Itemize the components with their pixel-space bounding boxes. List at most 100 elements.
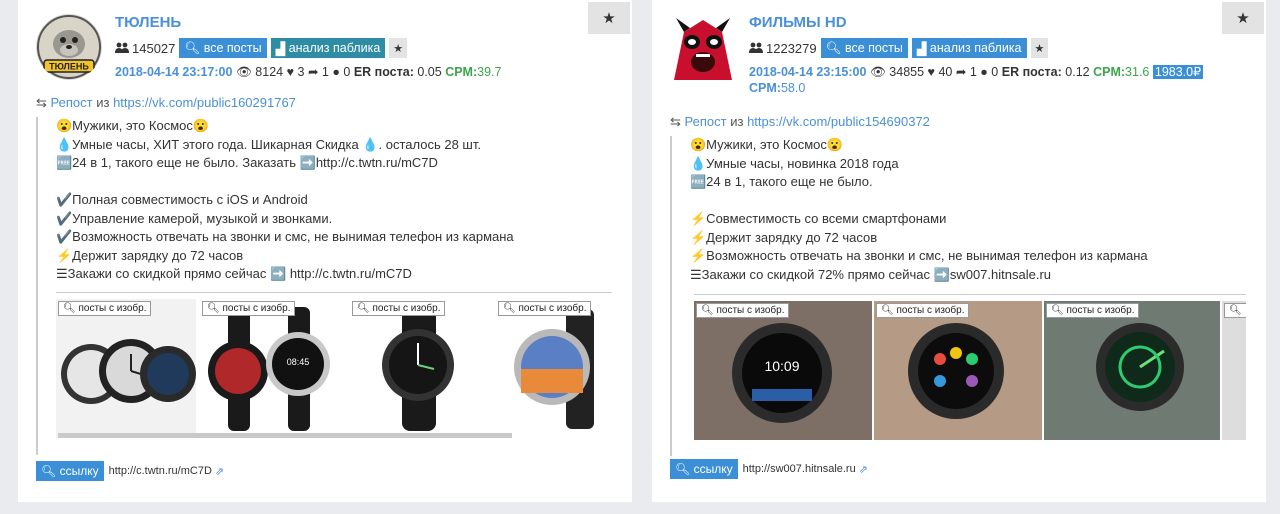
post-text-line: 🆓24 в 1, такого еще не было. [690,174,873,189]
image-search-tag[interactable]: 🔍︎ посты с изобр. [352,301,446,316]
image-search-tag[interactable]: 🔍︎ посты с изобр. [876,303,970,318]
post-text-line: ✔️Возможность отвечать на звонки и смс, … [56,229,514,244]
image-tag-label: посты с изобр. [222,303,291,314]
image-search-tag[interactable]: 🔍︎ [1224,303,1246,318]
likes-count: 40 [938,65,953,79]
post-image[interactable]: 🔍︎ посты с изобр. [1044,301,1220,440]
likes-count: 3 [297,65,305,79]
repost-from: из [96,95,110,110]
external-link-icon[interactable]: ⇗ [859,463,868,476]
image-tag-label: посты с изобр. [78,303,147,314]
avatar[interactable]: ТЮЛЕНЬ [36,14,102,80]
post-image[interactable]: 🔍︎ посты с изобр. [56,299,196,438]
cpm-value: 39.7 [477,65,502,79]
external-url[interactable]: http://c.twtn.ru/mC7D [109,465,212,477]
repost-from: из [730,114,744,129]
reposts-count: 1 [969,65,977,79]
post-text-line: 😮Мужики, это Космос😮 [56,118,210,133]
post-date[interactable]: 2018-04-14 23:15:00 [749,65,866,79]
image-gallery[interactable]: 🔍︎ посты с изобр. 🔍︎ посты с изобр. 08:4… [56,292,612,438]
search-icon: 🔍︎ [881,305,894,316]
svg-text:10:09: 10:09 [764,358,799,374]
external-url[interactable]: http://sw007.hitnsale.ru [743,463,856,475]
cpm-label: CPM: [1093,65,1126,79]
comment-icon: ● [332,65,340,79]
er-value: 0.12 [1065,65,1090,79]
group-title[interactable]: ТЮЛЕНЬ [115,14,582,32]
search-icon: 🔍︎ [675,462,694,476]
post-text-line: ✔️Полная совместимость с iOS и Android [56,192,308,207]
image-tag-label: посты с изобр. [1066,305,1135,316]
image-search-tag[interactable]: 🔍︎ посты с изобр. [1046,303,1140,318]
link-row: 🔍︎ ссылку http://sw007.hitnsale.ru ⇗ [670,459,868,479]
link-search-button[interactable]: 🔍︎ ссылку [36,461,104,481]
post-image[interactable]: 🔍︎ [1222,301,1246,440]
post-stats: 2018-04-14 23:15:00 👁 34855 ♥ 40 ➦ 1 ● 0… [749,64,1216,96]
post-card: ★ ТЮЛЕНЬ ТЮЛЕНЬ 145027 🔍︎ все посты ▟ ан… [18,0,632,502]
subscriber-count: 1223279 [766,40,817,56]
post-text-line: ⚡Возможность отвечать на звонки и смс, н… [690,248,1148,263]
svg-text:ТЮЛЕНЬ: ТЮЛЕНЬ [49,62,89,72]
star-icon: ★ [1236,10,1250,27]
analysis-button[interactable]: ▟ анализ паблика [911,38,1027,58]
repost-source-link[interactable]: https://vk.com/public154690372 [747,114,930,129]
svg-text:08:45: 08:45 [287,357,310,367]
external-link-icon[interactable]: ⇗ [215,465,224,478]
cpm2-label: CPM: [749,81,781,95]
post-text-line [690,192,1250,211]
all-posts-button[interactable]: 🔍︎ все посты [179,38,267,58]
post-text-line: 💧Умные часы, ХИТ этого года. Шикарная Ск… [56,136,481,152]
image-search-tag[interactable]: 🔍︎ посты с изобр. [498,301,592,316]
repost-icon: ⇆ [670,114,681,129]
heart-icon: ♥ [286,65,295,79]
post-image[interactable]: 🔍︎ посты с изобр. 08:45 [200,299,340,438]
favorite-star-button[interactable]: ★ [1222,2,1264,34]
repost-label[interactable]: Репост [51,95,93,110]
all-posts-button[interactable]: 🔍︎ все посты [820,38,908,58]
favorite-small-button[interactable]: ★ [389,38,408,58]
post-date[interactable]: 2018-04-14 23:17:00 [115,65,232,79]
post-image[interactable]: 🔍︎ посты с изобр. 10:09 [694,301,872,440]
post-stats: 2018-04-14 23:17:00 👁 8124 ♥ 3 ➦ 1 ● 0 E… [115,64,582,80]
post-text-line: ☰Закажи со скидкой 72% прямо сейчас ➡️sw… [690,266,1052,282]
search-icon: 🔍︎ [1229,305,1242,316]
avatar[interactable] [670,14,736,80]
link-button-label: ссылку [59,464,99,478]
post-text-line: 🆓24 в 1, такого еще не было. Заказать ➡️… [56,155,438,170]
heart-icon: ♥ [927,65,935,79]
views-count: 8124 [255,65,284,79]
link-search-button[interactable]: 🔍︎ ссылку [670,459,738,479]
image-search-tag[interactable]: 🔍︎ посты с изобр. [696,303,790,318]
comment-icon: ● [980,65,988,79]
favorite-star-button[interactable]: ★ [588,2,630,34]
post-image[interactable]: 🔍︎ посты с изобр. [874,301,1042,440]
image-tag-label: посты с изобр. [896,305,965,316]
chart-icon: ▟ [275,41,289,56]
search-icon: 🔍︎ [184,40,204,55]
repost-line: ⇆ Репост из https://vk.com/public1546903… [670,114,930,130]
star-icon: ★ [1034,42,1045,55]
eye-icon: 👁 [869,65,886,79]
er-label: ER поста: [1001,65,1062,79]
image-search-tag[interactable]: 🔍︎ посты с изобр. [202,301,296,316]
views-count: 34855 [889,65,925,79]
group-title[interactable]: ФИЛЬМЫ HD [749,14,1216,32]
search-icon: 🔍︎ [357,303,370,314]
post-text-line: ⚡Совместимость со всеми смартфонами [690,211,947,226]
image-gallery[interactable]: 🔍︎ посты с изобр. 10:09 🔍︎ посты с изобр… [694,294,1246,440]
post-image[interactable]: 🔍︎ посты с изобр. [496,299,612,438]
favorite-small-button[interactable]: ★ [1030,38,1049,58]
repost-source-link[interactable]: https://vk.com/public160291767 [113,95,296,110]
chart-icon: ▟ [916,41,930,56]
people-icon [115,42,129,53]
er-label: ER поста: [353,65,414,79]
post-image[interactable]: 🔍︎ посты с изобр. [350,299,490,438]
image-tag-label: посты с изобр. [716,305,785,316]
analysis-label: анализ паблика [929,41,1022,55]
search-icon: 🔍︎ [1051,305,1064,316]
analysis-button[interactable]: ▟ анализ паблика [270,38,386,58]
image-search-tag[interactable]: 🔍︎ посты с изобр. [58,301,152,316]
cpm-value: 31.6 [1125,65,1150,79]
gallery-scrollbar[interactable] [58,433,512,438]
repost-label[interactable]: Репост [685,114,727,129]
